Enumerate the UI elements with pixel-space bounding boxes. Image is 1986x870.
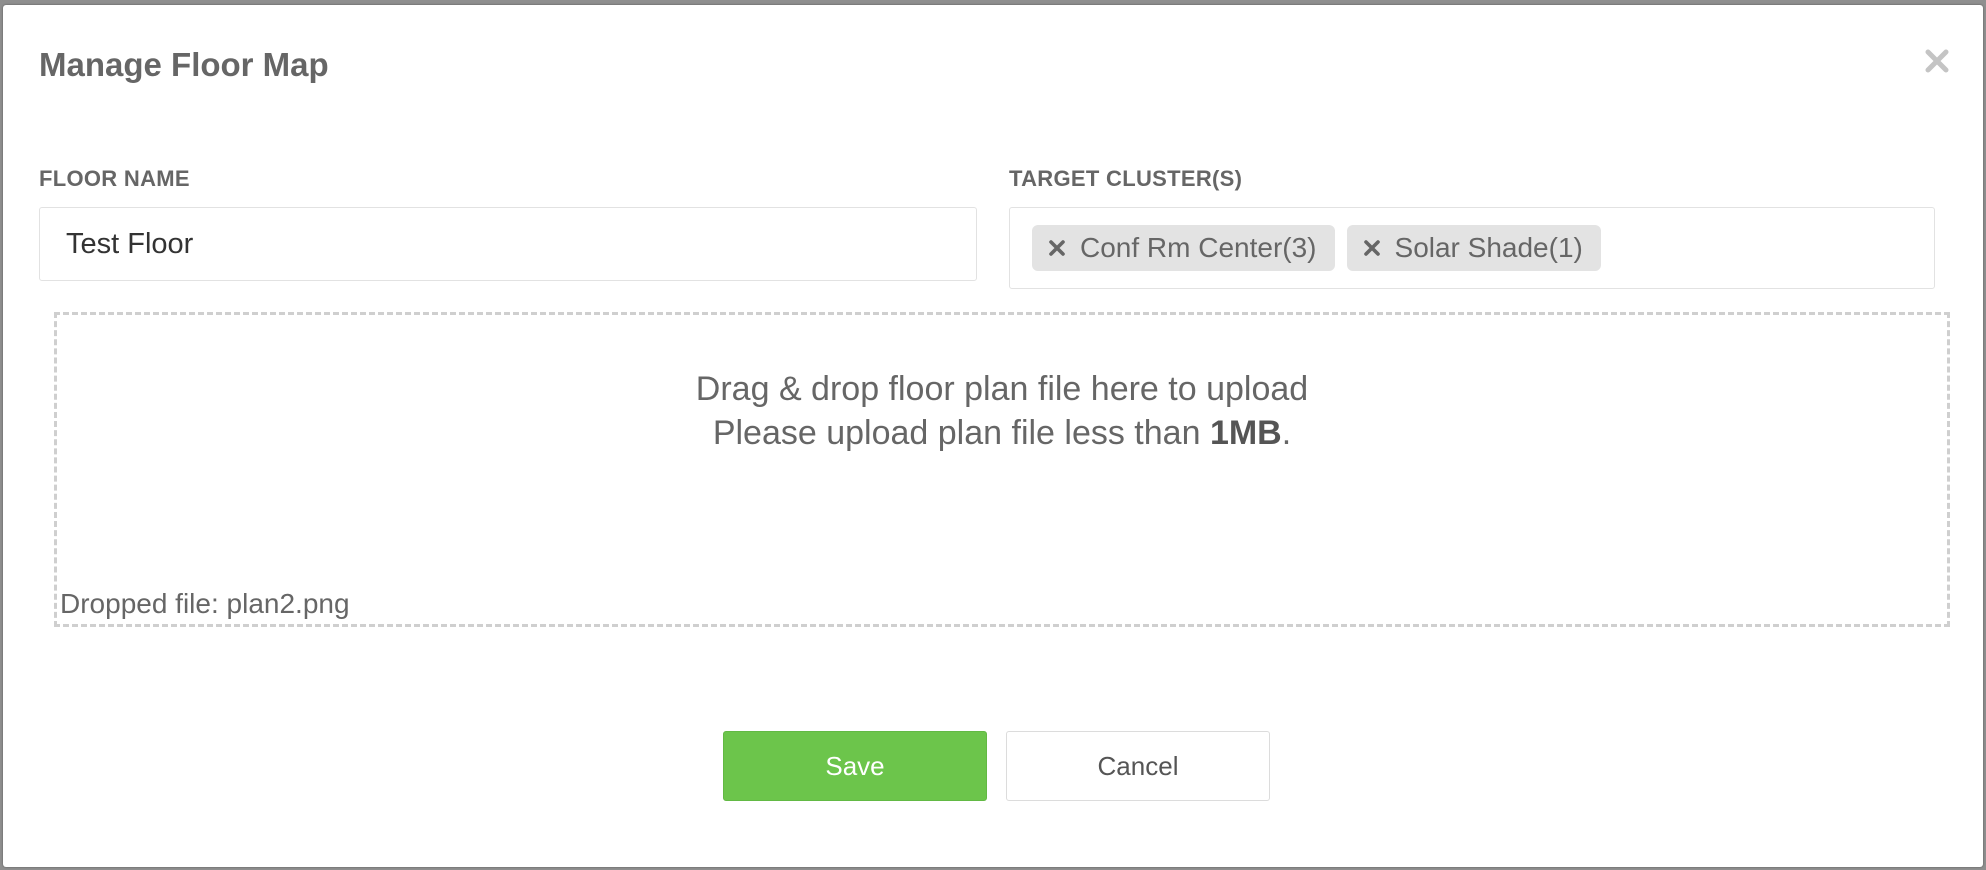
close-icon — [1925, 49, 1949, 73]
cancel-button[interactable]: Cancel — [1006, 731, 1270, 801]
size-hint-prefix: Please upload plan file less than — [712, 414, 1210, 452]
floor-name-input[interactable] — [39, 207, 977, 281]
dropped-file-name: Dropped file: plan2.png — [60, 588, 350, 619]
floor-plan-dropzone[interactable]: Drag & drop floor plan file here to uplo… — [54, 312, 1950, 627]
tag-label: Conf Rm Center(3) — [1080, 232, 1317, 263]
tag-remove-button[interactable] — [1361, 237, 1383, 259]
dropzone-size-hint: Please upload plan file less than 1MB. — [57, 411, 1947, 455]
tag-remove-button[interactable] — [1046, 237, 1068, 259]
cluster-tag-conf-rm-center: Conf Rm Center(3) — [1032, 225, 1335, 271]
close-button[interactable] — [1919, 43, 1955, 79]
size-hint-suffix: . — [1281, 414, 1292, 452]
tag-label: Solar Shade(1) — [1394, 232, 1583, 263]
target-clusters-label: TARGET CLUSTER(S) — [1009, 166, 1243, 191]
remove-x-icon — [1049, 240, 1065, 256]
remove-x-icon — [1363, 240, 1380, 256]
dropzone-instruction: Drag & drop floor plan file here to uplo… — [695, 370, 1309, 408]
manage-floor-map-dialog: Manage Floor Map FLOOR NAME TARGET CLUST… — [3, 5, 1983, 867]
size-limit: 1MB — [1209, 414, 1282, 452]
save-button[interactable]: Save — [723, 731, 987, 801]
target-clusters-select[interactable]: Conf Rm Center(3) Solar Shade(1) — [1009, 207, 1935, 289]
dialog-title: Manage Floor Map — [39, 46, 329, 83]
floor-name-label: FLOOR NAME — [39, 166, 190, 191]
cluster-tag-solar-shade: Solar Shade(1) — [1346, 225, 1601, 271]
